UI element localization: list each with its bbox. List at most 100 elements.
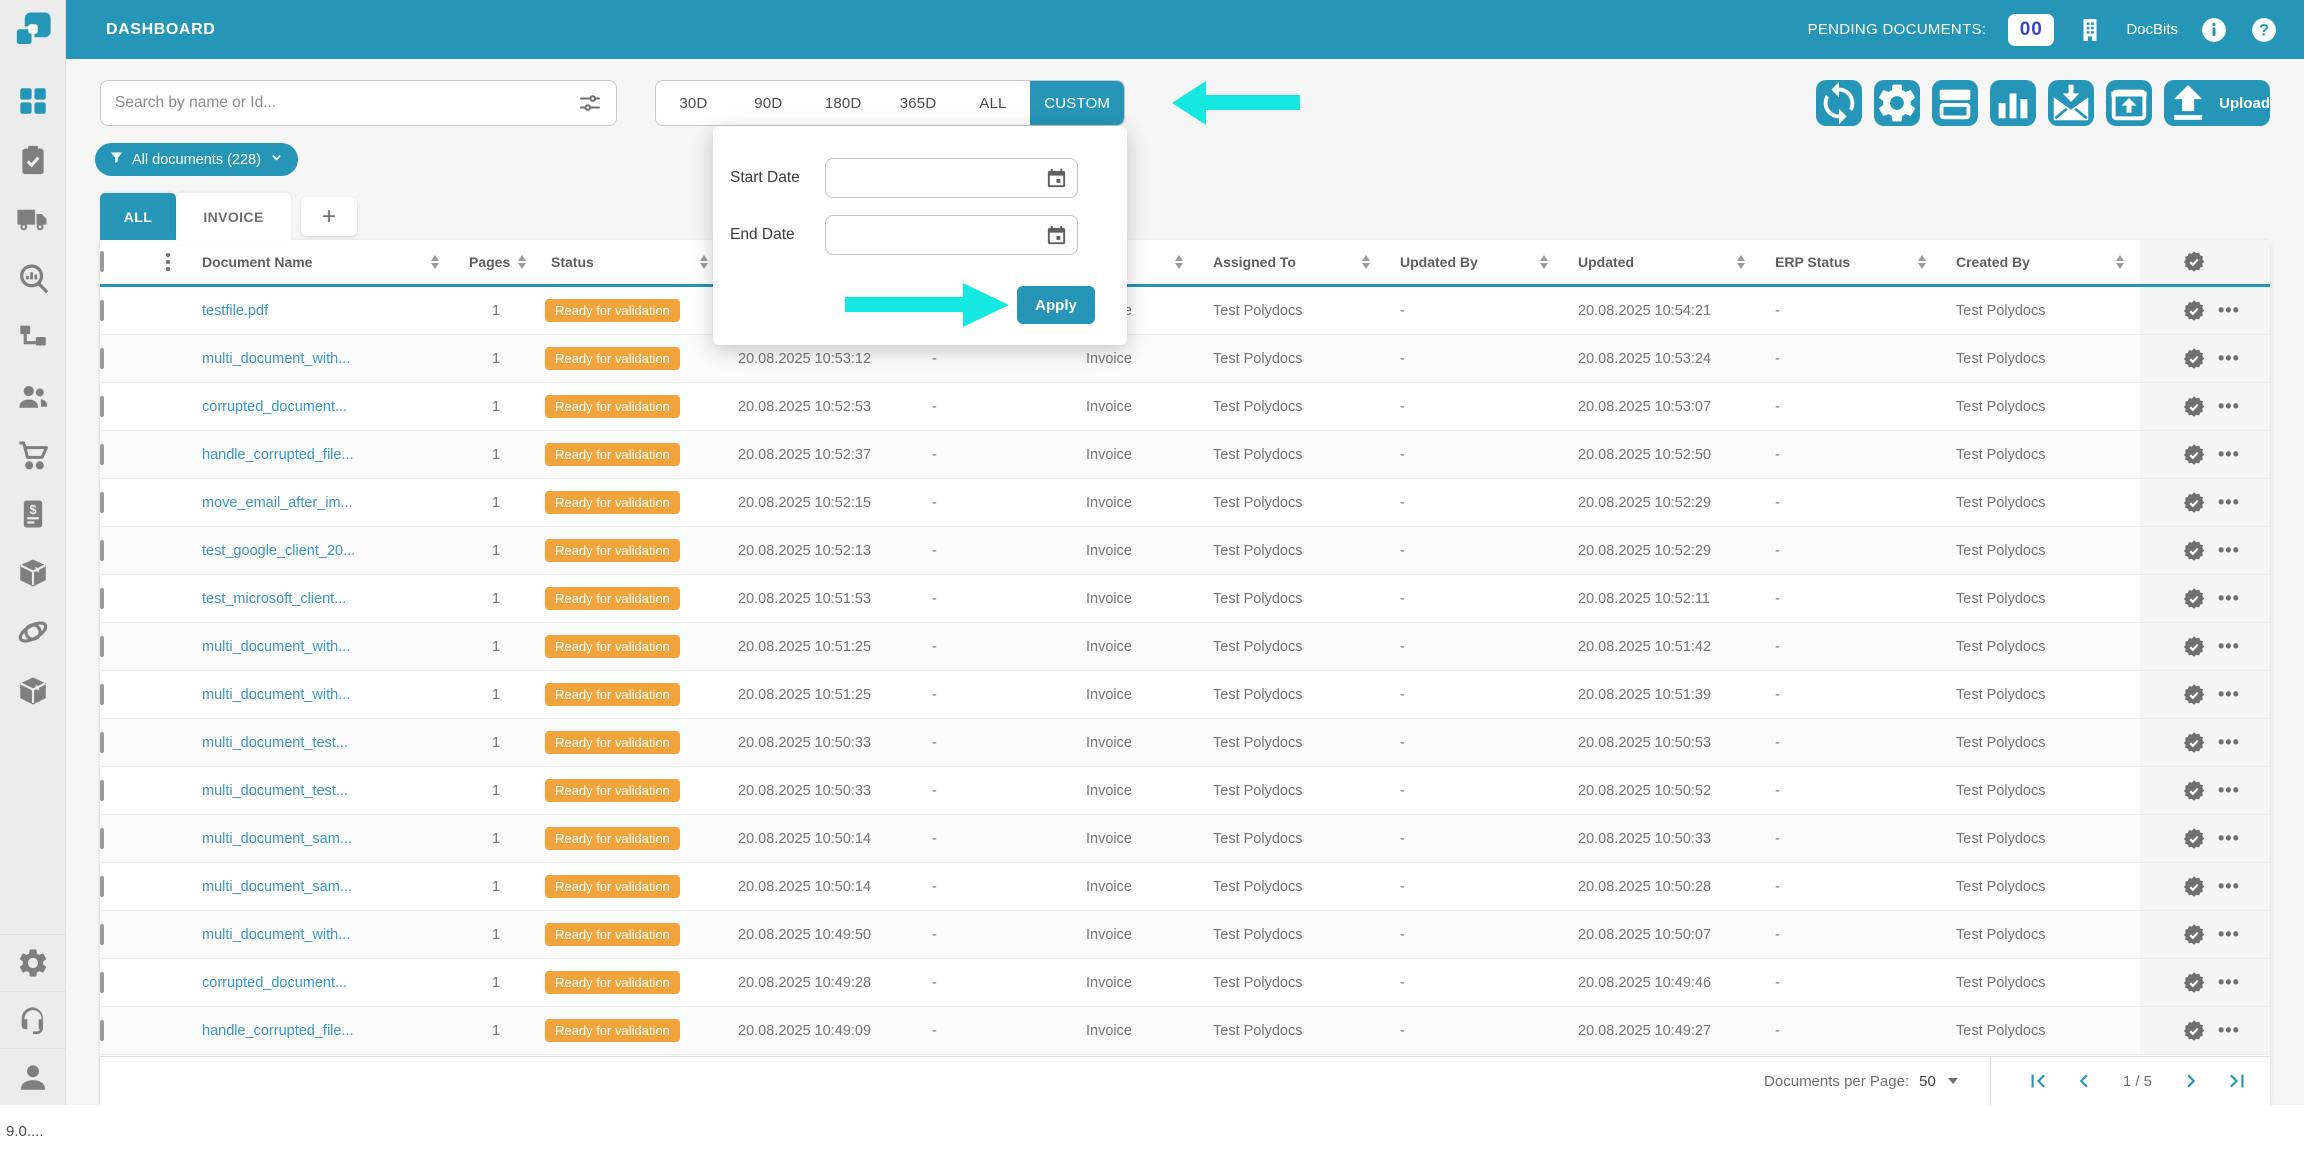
row-checkbox[interactable] xyxy=(100,588,104,609)
row-checkbox[interactable] xyxy=(100,396,104,417)
chevron-right-icon[interactable] xyxy=(2178,1068,2204,1094)
seal-check-icon[interactable] xyxy=(2182,539,2206,563)
document-link[interactable]: multi_document_with... xyxy=(202,927,350,943)
select-all-checkbox[interactable] xyxy=(100,251,104,272)
seal-check-icon[interactable] xyxy=(2182,443,2206,467)
document-link[interactable]: multi_document_test... xyxy=(202,735,348,751)
start-date-input[interactable] xyxy=(826,170,1077,186)
sidebar-item-package[interactable] xyxy=(16,556,50,590)
seal-check-icon[interactable] xyxy=(2182,491,2206,515)
document-link[interactable]: multi_document_test... xyxy=(202,783,348,799)
document-filter-chip[interactable]: All documents (228) xyxy=(95,143,298,176)
date-range-90d[interactable]: 90D xyxy=(731,81,806,125)
more-dots-icon[interactable]: ••• xyxy=(2218,1020,2240,1041)
document-link[interactable]: handle_corrupted_file... xyxy=(202,1023,354,1039)
row-checkbox[interactable] xyxy=(100,828,104,849)
info-icon[interactable] xyxy=(2200,16,2228,44)
more-dots-icon[interactable]: ••• xyxy=(2218,972,2240,993)
sidebar-item-workflow[interactable] xyxy=(16,320,50,354)
add-tab-button[interactable]: + xyxy=(301,197,357,236)
more-dots-icon[interactable]: ••• xyxy=(2218,876,2240,897)
sort-icon[interactable] xyxy=(700,255,708,269)
more-dots-icon[interactable]: ••• xyxy=(2218,300,2240,321)
docbits-logo[interactable] xyxy=(0,0,65,48)
seal-check-icon[interactable] xyxy=(2182,827,2206,851)
more-dots-icon[interactable]: ••• xyxy=(2218,492,2240,513)
date-range-30d[interactable]: 30D xyxy=(656,81,731,125)
more-dots-icon[interactable]: ••• xyxy=(2218,444,2240,465)
document-link[interactable]: test_google_client_20... xyxy=(202,543,355,559)
sidebar-item-users[interactable] xyxy=(16,379,50,413)
seal-check-icon[interactable] xyxy=(2182,250,2206,274)
sync-button[interactable] xyxy=(1816,80,1862,126)
more-dots-icon[interactable]: ••• xyxy=(2218,540,2240,561)
more-dots-icon[interactable]: ••• xyxy=(2218,348,2240,369)
date-range-365d[interactable]: 365D xyxy=(881,81,956,125)
chevron-left-icon[interactable] xyxy=(2071,1068,2097,1094)
sidebar-item-truck[interactable] xyxy=(16,202,50,236)
seal-check-icon[interactable] xyxy=(2182,635,2206,659)
calendar-icon[interactable] xyxy=(1045,167,1068,190)
more-dots-icon[interactable]: ••• xyxy=(2218,924,2240,945)
seal-check-icon[interactable] xyxy=(2182,923,2206,947)
more-dots-icon[interactable]: ••• xyxy=(2218,588,2240,609)
sidebar-item-settings[interactable] xyxy=(16,946,50,980)
per-page-value[interactable]: 50 xyxy=(1919,1073,1936,1090)
row-checkbox[interactable] xyxy=(100,636,104,657)
sort-icon[interactable] xyxy=(431,255,439,269)
row-checkbox[interactable] xyxy=(100,492,104,513)
seal-check-icon[interactable] xyxy=(2182,1019,2206,1043)
upload-button[interactable]: Upload xyxy=(2164,80,2270,126)
search-input[interactable] xyxy=(115,94,578,112)
seal-check-icon[interactable] xyxy=(2182,875,2206,899)
seal-check-icon[interactable] xyxy=(2182,347,2206,371)
document-link[interactable]: test_microsoft_client... xyxy=(202,591,346,607)
sidebar-item-dashboard[interactable] xyxy=(16,84,50,118)
sidebar-item-package[interactable] xyxy=(16,674,50,708)
document-link[interactable]: move_email_after_im... xyxy=(202,495,353,511)
sidebar-item-clipboard-check[interactable] xyxy=(16,143,50,177)
sort-icon[interactable] xyxy=(518,255,526,269)
sidebar-item-cart[interactable] xyxy=(16,438,50,472)
row-checkbox[interactable] xyxy=(100,1020,104,1041)
seal-check-icon[interactable] xyxy=(2182,587,2206,611)
sort-icon[interactable] xyxy=(2116,255,2124,269)
sidebar-item-insights[interactable] xyxy=(16,261,50,295)
tune-icon[interactable] xyxy=(578,91,602,115)
box-upload-button[interactable] xyxy=(2106,80,2152,126)
more-dots-icon[interactable]: ••• xyxy=(2218,684,2240,705)
sort-icon[interactable] xyxy=(1540,255,1548,269)
row-checkbox[interactable] xyxy=(100,684,104,705)
more-dots-icon[interactable]: ••• xyxy=(2218,828,2240,849)
row-checkbox[interactable] xyxy=(100,924,104,945)
document-link[interactable]: handle_corrupted_file... xyxy=(202,447,354,463)
column-menu-icon[interactable] xyxy=(148,253,188,271)
help-icon[interactable]: ? xyxy=(2250,16,2278,44)
sort-icon[interactable] xyxy=(1737,255,1745,269)
document-link[interactable]: multi_document_with... xyxy=(202,639,350,655)
more-dots-icon[interactable]: ••• xyxy=(2218,636,2240,657)
row-checkbox[interactable] xyxy=(100,540,104,561)
document-link[interactable]: corrupted_document... xyxy=(202,975,347,991)
first-page-icon[interactable] xyxy=(2025,1068,2051,1094)
sidebar-item-profile[interactable] xyxy=(16,1060,50,1094)
row-checkbox[interactable] xyxy=(100,732,104,753)
more-dots-icon[interactable]: ••• xyxy=(2218,732,2240,753)
seal-check-icon[interactable] xyxy=(2182,683,2206,707)
apply-button[interactable]: Apply xyxy=(1017,286,1095,324)
document-link[interactable]: multi_document_with... xyxy=(202,687,350,703)
document-link[interactable]: multi_document_sam... xyxy=(202,879,352,895)
sort-icon[interactable] xyxy=(1918,255,1926,269)
seal-check-icon[interactable] xyxy=(2182,299,2206,323)
date-range-all[interactable]: ALL xyxy=(956,81,1031,125)
more-dots-icon[interactable]: ••• xyxy=(2218,396,2240,417)
seal-check-icon[interactable] xyxy=(2182,395,2206,419)
seal-check-icon[interactable] xyxy=(2182,731,2206,755)
more-dots-icon[interactable]: ••• xyxy=(2218,780,2240,801)
document-link[interactable]: corrupted_document... xyxy=(202,399,347,415)
sidebar-item-headset[interactable] xyxy=(16,1003,50,1037)
bar-chart-button[interactable] xyxy=(1990,80,2036,126)
document-link[interactable]: multi_document_sam... xyxy=(202,831,352,847)
tab-invoice[interactable]: INVOICE xyxy=(176,193,291,240)
mail-import-button[interactable] xyxy=(2048,80,2094,126)
